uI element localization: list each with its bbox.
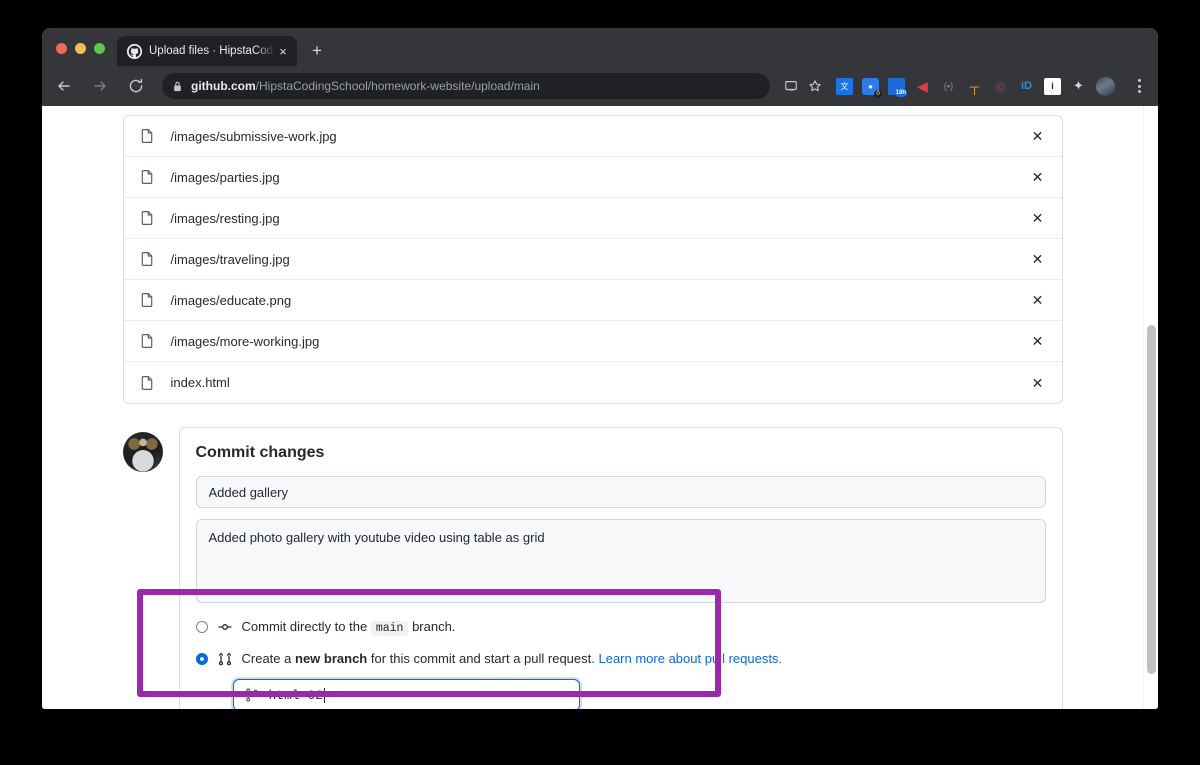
puzzle-extensions-icon[interactable]: ✦ bbox=[1070, 78, 1087, 95]
remove-file-button[interactable]: ✕ bbox=[1028, 373, 1048, 393]
table-row: /images/traveling.jpg ✕ bbox=[123, 239, 1062, 280]
table-row: /images/parties.jpg ✕ bbox=[123, 157, 1062, 198]
commit-icon bbox=[217, 619, 233, 635]
pull-request-icon bbox=[217, 651, 233, 667]
file-name: /images/submissive-work.jpg bbox=[170, 128, 337, 144]
branch-name-field-wrap: html-02 bbox=[232, 679, 1046, 709]
branch-icon bbox=[244, 687, 260, 703]
url-text: github.com/HipstaCodingSchool/homework-w… bbox=[191, 79, 540, 93]
profile-avatar[interactable] bbox=[1096, 76, 1115, 96]
tab-strip: Upload files · HipstaCodingSch × + bbox=[42, 28, 1158, 66]
main-branch-code: main bbox=[370, 621, 409, 636]
maximize-window-button[interactable] bbox=[94, 43, 105, 54]
page-scrollbar[interactable] bbox=[1143, 106, 1158, 709]
remove-file-button[interactable]: ✕ bbox=[1028, 208, 1048, 228]
branch-name-input[interactable]: html-02 bbox=[232, 679, 580, 709]
omnibox-actions bbox=[780, 75, 826, 97]
url-path: /HipstaCodingSchool/homework-website/upl… bbox=[255, 79, 540, 93]
url-host: github.com bbox=[191, 79, 256, 93]
page-viewport: /images/submissive-work.jpg ✕ /images/pa… bbox=[42, 106, 1158, 709]
page-title: Commit changes bbox=[195, 444, 325, 461]
ghostery-extension-icon[interactable]: ● 0 bbox=[862, 77, 882, 98]
table-row: /images/more-working.jpg ✕ bbox=[123, 321, 1062, 362]
commit-summary-input[interactable] bbox=[195, 476, 1046, 508]
new-tab-button[interactable]: + bbox=[303, 37, 331, 65]
commit-option-new-branch-label: Create a new branch for this commit and … bbox=[242, 651, 783, 667]
browser-window: Upload files · HipstaCodingSch × + githu… bbox=[42, 28, 1158, 709]
timer-badge: 18h bbox=[894, 88, 907, 97]
extensions-bar: 文 ● 0 18h ◀ (▪) ┬ ◎ iD i ✦ bbox=[836, 76, 1148, 98]
browser-tab-upload-files[interactable]: Upload files · HipstaCodingSch × bbox=[117, 36, 297, 66]
close-icon[interactable]: × bbox=[275, 43, 291, 59]
ublock-extension-icon[interactable]: (▪) bbox=[940, 78, 957, 95]
file-icon bbox=[139, 128, 155, 144]
table-row: index.html ✕ bbox=[124, 362, 1062, 403]
speaker-extension-icon[interactable]: ◀ bbox=[914, 78, 931, 95]
commit-option-direct[interactable]: Commit directly to the main branch. bbox=[195, 619, 1046, 637]
lock-icon bbox=[172, 81, 183, 92]
loom-extension-icon[interactable]: ◎ bbox=[992, 78, 1009, 95]
close-window-button[interactable] bbox=[56, 43, 67, 54]
minimize-window-button[interactable] bbox=[75, 43, 86, 54]
reload-button[interactable] bbox=[122, 72, 150, 100]
identity-extension-icon[interactable]: iD bbox=[1018, 78, 1035, 95]
file-name: /images/educate.png bbox=[170, 292, 292, 308]
github-icon bbox=[127, 43, 142, 59]
radio-new-branch[interactable] bbox=[195, 653, 208, 665]
commit-panel-body: Commit changes Added photo gallery with … bbox=[180, 428, 1062, 709]
commit-panel: Commit changes Added photo gallery with … bbox=[178, 427, 1063, 709]
commit-changes-section: Commit changes Added photo gallery with … bbox=[122, 427, 1063, 709]
kebab-menu-icon[interactable] bbox=[1130, 79, 1148, 93]
newbranch-bold: new branch bbox=[295, 651, 368, 666]
file-icon bbox=[139, 375, 155, 391]
notes-extension-icon[interactable]: i bbox=[1044, 77, 1061, 95]
file-name: /images/parties.jpg bbox=[170, 169, 280, 185]
remove-file-button[interactable]: ✕ bbox=[1028, 331, 1048, 351]
file-icon bbox=[139, 333, 155, 349]
uploaded-file-list: /images/submissive-work.jpg ✕ /images/pa… bbox=[122, 115, 1063, 404]
file-icon bbox=[139, 210, 155, 226]
newbranch-text-after: for this commit and start a pull request… bbox=[370, 651, 595, 666]
text-cursor bbox=[324, 687, 326, 703]
cast-icon[interactable] bbox=[780, 75, 802, 97]
scrollbar-thumb[interactable] bbox=[1147, 325, 1156, 674]
file-name: /images/traveling.jpg bbox=[170, 251, 290, 267]
remove-file-button[interactable]: ✕ bbox=[1028, 126, 1048, 146]
newbranch-text-before: Create a bbox=[241, 651, 292, 666]
ghostery-badge: 0 bbox=[874, 89, 882, 98]
commit-description-input[interactable]: Added photo gallery with youtube video u… bbox=[195, 519, 1046, 603]
table-row: /images/resting.jpg ✕ bbox=[123, 198, 1062, 239]
learn-more-pull-requests-link[interactable]: Learn more about pull requests. bbox=[598, 651, 782, 666]
file-icon bbox=[139, 169, 155, 185]
table-row: /images/educate.png ✕ bbox=[123, 280, 1062, 321]
address-bar[interactable]: github.com/HipstaCodingSchool/homework-w… bbox=[162, 73, 770, 99]
file-icon bbox=[139, 292, 155, 308]
direct-text-after: branch. bbox=[412, 619, 456, 634]
remove-file-button[interactable]: ✕ bbox=[1028, 290, 1048, 310]
timer-extension-icon[interactable]: 18h bbox=[888, 77, 907, 97]
avatar bbox=[122, 432, 163, 472]
ruler-extension-icon[interactable]: ┬ bbox=[966, 78, 983, 95]
back-button[interactable] bbox=[50, 72, 78, 100]
forward-button[interactable] bbox=[86, 72, 114, 100]
commit-option-new-branch[interactable]: Create a new branch for this commit and … bbox=[195, 651, 1046, 667]
file-name: /images/resting.jpg bbox=[170, 210, 280, 226]
file-name: /images/more-working.jpg bbox=[170, 333, 320, 349]
file-icon bbox=[139, 251, 155, 267]
star-icon[interactable] bbox=[804, 75, 826, 97]
window-traffic-lights bbox=[42, 43, 117, 66]
commit-option-direct-label: Commit directly to the main branch. bbox=[241, 619, 456, 637]
remove-file-button[interactable]: ✕ bbox=[1028, 249, 1048, 269]
branch-name-value: html-02 bbox=[268, 687, 324, 703]
file-name: index.html bbox=[170, 375, 230, 390]
direct-text-before: Commit directly to the bbox=[241, 619, 368, 634]
tab-title: Upload files · HipstaCodingSch bbox=[149, 45, 275, 57]
github-page: /images/submissive-work.jpg ✕ /images/pa… bbox=[42, 106, 1143, 709]
translate-extension-icon[interactable]: 文 bbox=[836, 77, 853, 95]
remove-file-button[interactable]: ✕ bbox=[1028, 167, 1048, 187]
table-row: /images/submissive-work.jpg ✕ bbox=[123, 116, 1062, 157]
browser-toolbar: github.com/HipstaCodingSchool/homework-w… bbox=[42, 66, 1158, 106]
radio-commit-directly[interactable] bbox=[195, 621, 208, 633]
